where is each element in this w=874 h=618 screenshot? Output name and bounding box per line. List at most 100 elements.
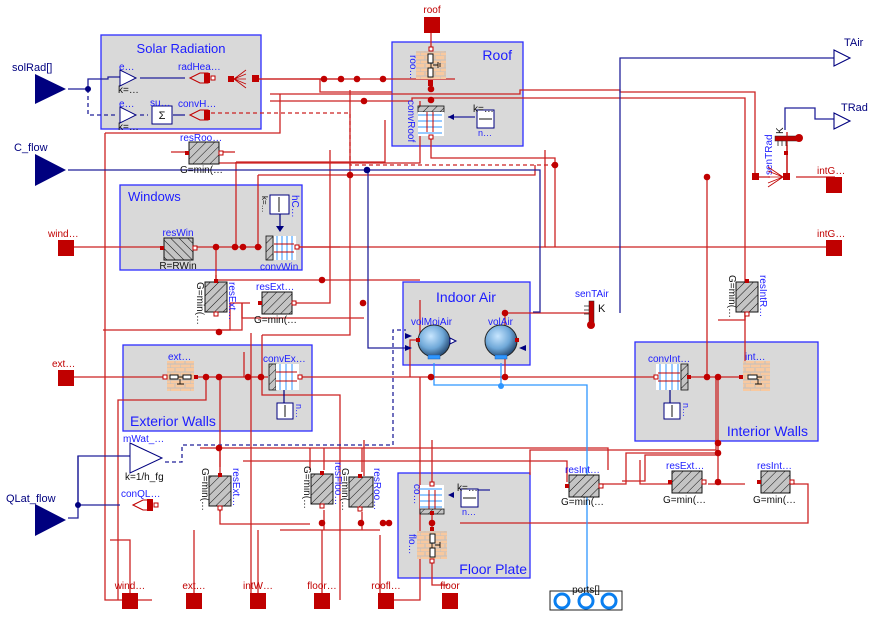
param: k=1/h_fg <box>125 472 164 483</box>
port-label: floor… <box>307 581 336 592</box>
param: G=min(… <box>561 497 604 508</box>
label: resInt… <box>565 465 600 476</box>
label: resRoo… <box>180 133 222 144</box>
sen-t-rad[interactable]: K senTRad <box>752 127 803 188</box>
fluid-ports[interactable]: ports[] <box>549 585 623 611</box>
label: senTRad <box>764 134 775 175</box>
param: G=min(… <box>301 466 312 509</box>
param: G=min(… <box>753 495 796 506</box>
port-label: intW… <box>243 581 273 592</box>
port-label: wind… <box>47 229 79 240</box>
label: su… <box>150 98 171 109</box>
port-label: roof <box>423 5 440 16</box>
port-label: intG… <box>817 229 845 240</box>
sen-t-air[interactable]: K senTAir <box>575 289 609 329</box>
label: resExt… <box>226 282 237 320</box>
group-label: Indoor Air <box>436 289 496 305</box>
input-qlat-flow[interactable]: QLat_flow <box>6 493 66 536</box>
param: G=min(… <box>194 282 205 325</box>
unit: K <box>775 127 786 134</box>
resistor-res-int-2[interactable]: resInt… G=min(… <box>753 461 796 506</box>
label: e… <box>119 62 135 73</box>
label: convInt… <box>648 354 690 365</box>
label: resIntR… <box>757 275 768 317</box>
port-label: wind… <box>114 581 146 592</box>
label: n… <box>462 507 476 517</box>
param: G=min(… <box>254 315 297 326</box>
group-label: Solar Radiation <box>137 41 226 56</box>
port-bottom-floor[interactable]: floor… <box>307 581 337 609</box>
output-tair[interactable]: TAir <box>833 37 864 67</box>
port-roof[interactable]: roof <box>423 5 441 33</box>
input-solrad[interactable]: solRad[] <box>12 62 66 104</box>
label: resWin <box>162 228 193 239</box>
gain-mwat[interactable]: mWat_… k=1/h_fg <box>123 434 164 483</box>
resistor-res-roof-2[interactable]: resRoo… G=min(… <box>339 468 382 512</box>
resistor-res-ext-2[interactable]: resExt… G=min(… <box>254 282 297 326</box>
fluid-ports-label: ports[] <box>572 585 600 596</box>
label: co… <box>411 484 422 505</box>
port-label: ext… <box>182 581 205 592</box>
label: convH… <box>178 99 216 110</box>
port-bottom-intw[interactable]: intW… <box>243 581 273 609</box>
port-ext-left[interactable]: ext… <box>52 359 75 386</box>
port-floor-bottom[interactable]: floor <box>440 581 460 609</box>
label: convRoof <box>405 100 416 142</box>
port-label: roofl… <box>371 581 400 592</box>
input-label: solRad[] <box>12 62 52 74</box>
port-label: intG… <box>817 166 845 177</box>
port-label: ext… <box>52 359 75 370</box>
label: resExt… <box>256 282 294 293</box>
resistor-res-int-1[interactable]: resInt… G=min(… <box>561 465 604 508</box>
label: resExt… <box>230 468 241 506</box>
port-intg-mid[interactable]: intG… <box>817 229 845 256</box>
group-label: Roof <box>482 47 512 63</box>
input-label: QLat_flow <box>6 493 56 505</box>
port-intg-top[interactable]: intG… <box>817 166 845 193</box>
label: int… <box>745 352 766 363</box>
resistor-res-roof[interactable]: resRoo… G=min(… <box>180 133 224 176</box>
unit: K <box>598 303 606 315</box>
label: volMoiAir <box>411 317 453 328</box>
label: senTAir <box>575 289 609 300</box>
resistor-res-ext-3[interactable]: resExt… G=min(… <box>199 468 241 511</box>
label: n… <box>478 128 492 138</box>
resistor-res-int-r[interactable]: resIntR… G=min(… <box>726 275 768 318</box>
resistor-res-ext-4[interactable]: resExt… G=min(… <box>663 461 707 506</box>
label: conQL… <box>121 489 160 500</box>
group-label: Windows <box>128 189 181 204</box>
label: n… <box>294 404 304 418</box>
port-wind-left[interactable]: wind… <box>47 229 79 256</box>
port-bottom-roofl[interactable]: roofl… <box>371 581 401 609</box>
group-label: Interior Walls <box>727 423 808 439</box>
label: n… <box>681 403 691 417</box>
label: e… <box>119 99 135 110</box>
param: k=… <box>473 104 494 115</box>
param: G=min(… <box>726 275 737 318</box>
label: mWat_… <box>123 434 164 445</box>
param: k=… <box>118 122 139 133</box>
output-trad[interactable]: TRad <box>833 102 868 130</box>
con-ql[interactable]: conQL… <box>121 489 160 511</box>
label: hC… <box>289 195 300 218</box>
label: radHea… <box>178 62 221 73</box>
label: flo… <box>406 534 417 555</box>
label: convWin <box>260 262 298 273</box>
resistor-res-ext-1[interactable]: resExt… G=min(… <box>194 279 237 325</box>
param: G=min(… <box>663 495 706 506</box>
input-c-flow[interactable]: C_flow <box>14 142 66 186</box>
port-label: floor <box>440 581 460 592</box>
resistor-res-floor[interactable]: resFloo… G=min(… <box>301 462 343 509</box>
resistor-res-win[interactable]: resWin R=RWin <box>159 228 198 272</box>
sum-symbol: Σ <box>159 110 166 122</box>
conv-win[interactable]: convWin <box>260 235 300 273</box>
group-label: Exterior Walls <box>130 413 216 429</box>
label: roo… <box>407 55 418 79</box>
group-label: Floor Plate <box>459 561 527 577</box>
port-bottom-ext[interactable]: ext… <box>182 581 206 609</box>
sum-block[interactable]: Σ su… <box>150 98 173 125</box>
output-label: TRad <box>841 102 868 114</box>
param: G=min(… <box>339 468 350 511</box>
param: G=min(… <box>180 165 223 176</box>
param: k=… <box>457 483 478 494</box>
